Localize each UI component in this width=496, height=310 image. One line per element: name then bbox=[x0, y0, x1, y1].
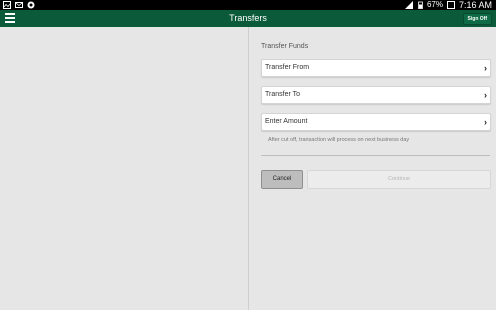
chevron-right-icon: › bbox=[484, 63, 487, 73]
system-status: 67% 7:16 AM bbox=[404, 0, 492, 10]
left-pane bbox=[0, 27, 248, 310]
app-bar: Transfers Sign Off bbox=[0, 10, 496, 27]
battery-icon bbox=[418, 1, 423, 9]
transfer-form: Transfer Funds Transfer From › Transfer … bbox=[249, 27, 496, 310]
screenshot-icon bbox=[446, 1, 455, 9]
clock: 7:16 AM bbox=[458, 0, 492, 10]
notification-icons bbox=[3, 1, 35, 9]
transfer-to-field[interactable]: Transfer To › bbox=[261, 86, 491, 104]
sign-off-button[interactable]: Sign Off bbox=[462, 13, 492, 25]
enter-amount-label: Enter Amount bbox=[265, 118, 308, 125]
status-bar: 67% 7:16 AM bbox=[0, 0, 496, 10]
cutoff-note: After cut off, transaction will process … bbox=[268, 137, 410, 143]
app-notification-icon bbox=[27, 1, 35, 9]
email-notification-icon bbox=[15, 2, 23, 8]
image-notification-icon bbox=[3, 1, 11, 9]
chevron-right-icon: › bbox=[484, 117, 487, 127]
transfer-to-label: Transfer To bbox=[265, 91, 301, 98]
lte-signal-icon bbox=[404, 1, 413, 9]
cancel-button[interactable]: Cancel bbox=[261, 170, 303, 189]
divider-line bbox=[261, 155, 490, 156]
page-title: Transfers bbox=[229, 13, 267, 23]
transfer-from-label: Transfer From bbox=[265, 64, 310, 71]
transfer-from-field[interactable]: Transfer From › bbox=[261, 59, 491, 77]
section-label: Transfer Funds bbox=[261, 43, 309, 50]
chevron-right-icon: › bbox=[484, 90, 487, 100]
enter-amount-field[interactable]: Enter Amount › bbox=[261, 113, 491, 131]
battery-percent: 67% bbox=[426, 0, 443, 9]
continue-button[interactable]: Continue bbox=[307, 170, 491, 189]
